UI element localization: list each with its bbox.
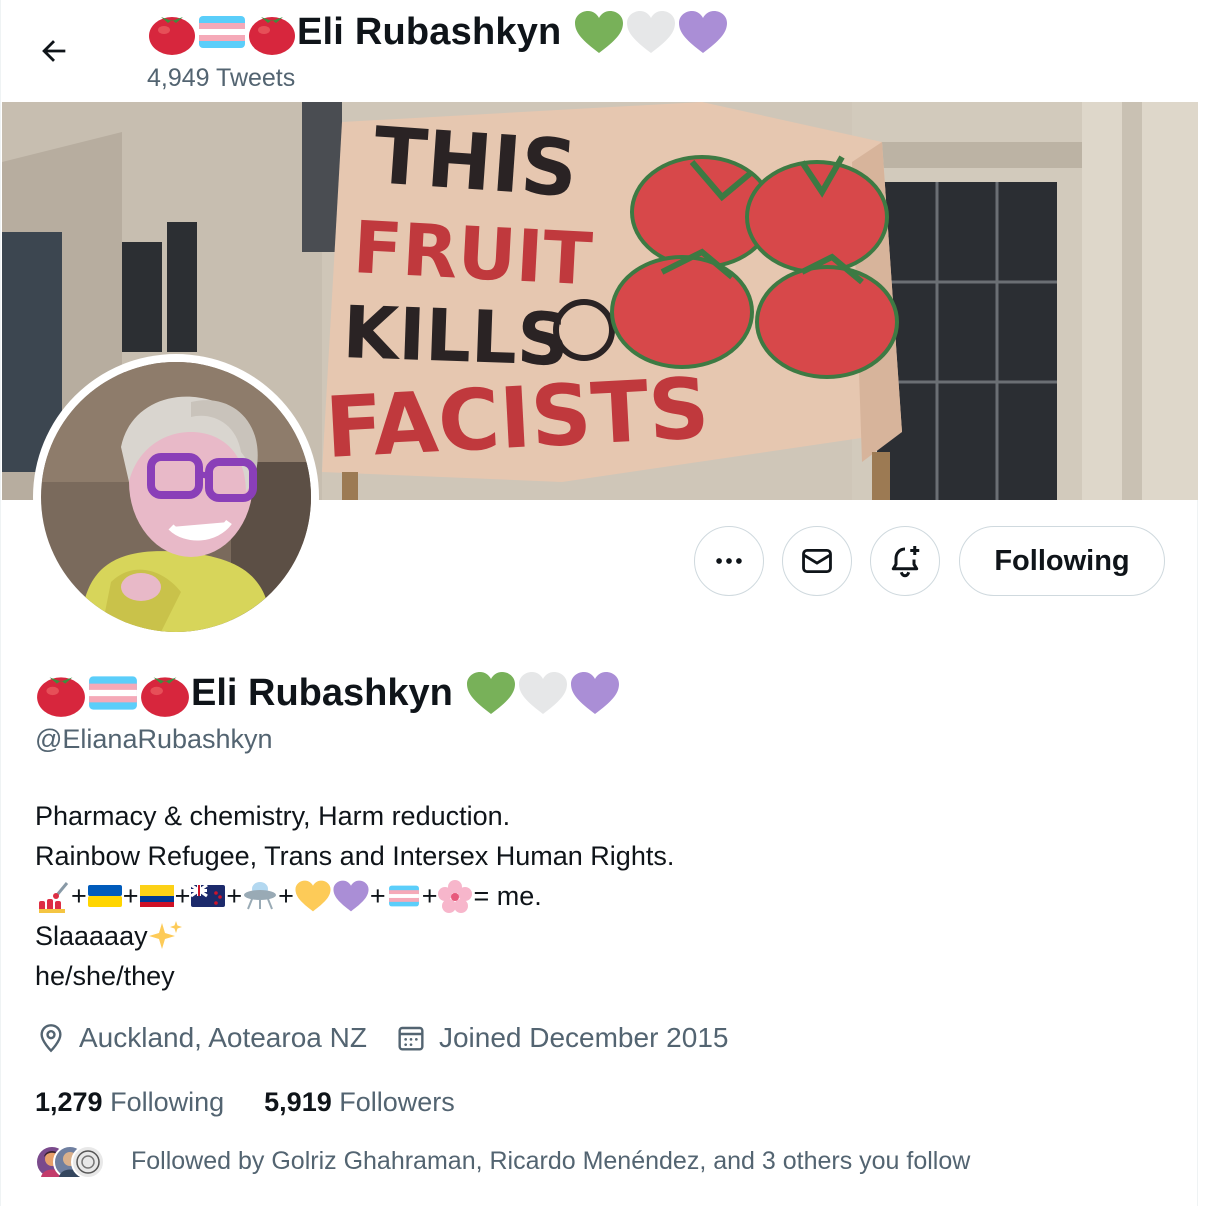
white-heart-icon (518, 672, 567, 714)
profile-handle: @ElianaRubashkyn (35, 724, 273, 754)
colombia-flag-icon (139, 885, 174, 907)
transgender-flag-icon (89, 676, 137, 710)
avatar (71, 1145, 105, 1179)
bio-line-1: Pharmacy & chemistry, Harm reduction. (35, 801, 511, 831)
tomato-icon (37, 677, 85, 717)
green-heart-icon (575, 11, 624, 53)
sign-text-line-1: THIS (371, 111, 580, 215)
bio-plus-7: + (421, 881, 438, 911)
followed-by-text[interactable]: Followed by Golriz Ghahraman, Ricardo Me… (131, 1147, 970, 1176)
profile-avatar[interactable] (33, 354, 319, 640)
bio-plus-4: + (226, 881, 243, 911)
top-bar: Eli Rubashkyn 4,949 Tweets (1, 0, 1199, 102)
transgender-flag-icon (199, 16, 245, 48)
yellow-heart-icon (295, 880, 331, 912)
bio-plus-1: + (71, 881, 87, 911)
sign-text-line-2: FRUIT (351, 205, 594, 301)
notifications-button[interactable] (870, 526, 940, 596)
cherry-blossom-icon (438, 880, 473, 913)
following-label: Following (110, 1086, 225, 1117)
profile-stats: 1,279 Following 5,919 Followers (35, 1082, 495, 1122)
calendar-icon (398, 1026, 424, 1051)
following-link[interactable]: 1,279 Following (35, 1087, 224, 1118)
bell-plus-icon (891, 546, 920, 578)
purple-heart-icon (333, 880, 369, 912)
avatar-image (41, 362, 311, 632)
back-button[interactable] (31, 28, 77, 74)
bio-line-2: Rainbow Refugee, Trans and Intersex Huma… (35, 841, 675, 871)
nail-polish-icon (39, 882, 69, 913)
location-pin-icon (40, 1024, 62, 1053)
bio-line-3: + + + + + + + = me. (35, 876, 674, 916)
tomato-icon (141, 677, 189, 717)
bio-plus-3: + (174, 881, 191, 911)
back-arrow-icon (42, 40, 66, 62)
bio-line-5: he/she/they (35, 961, 175, 991)
followed-by[interactable]: Followed by Golriz Ghahraman, Ricardo Me… (35, 1138, 970, 1184)
profile-meta: Auckland, Aotearoa NZ Joined December 20… (35, 1016, 756, 1060)
sign-text-line-4: FACISTS (323, 359, 712, 477)
bio-plus-6: + (369, 881, 386, 911)
location-text: Auckland, Aotearoa NZ (79, 1022, 367, 1053)
followers-label: Followers (339, 1086, 455, 1117)
join-date: Joined December 2015 (395, 1022, 729, 1054)
mail-icon (802, 548, 832, 574)
sparkles-icon (148, 921, 182, 949)
bio-plus-5: + (278, 881, 294, 911)
message-button[interactable] (782, 526, 852, 596)
bio-line-3-end: = me. (473, 881, 542, 911)
tomato-icon (249, 17, 295, 55)
header-name-text: Eli Rubashkyn (297, 10, 562, 53)
bio-line-4: Slaaaaay (35, 916, 674, 956)
bio-plus-2: + (122, 881, 139, 911)
purple-heart-icon (679, 11, 728, 53)
purple-heart-icon (570, 672, 619, 714)
profile-display-name: Eli Rubashkyn (35, 668, 621, 718)
new-zealand-flag-icon (190, 883, 226, 907)
location: Auckland, Aotearoa NZ (35, 1022, 367, 1054)
following-button[interactable]: Following (959, 526, 1165, 596)
transgender-flag-icon (388, 885, 419, 907)
ukraine-flag-icon (87, 885, 122, 907)
header-display-name: Eli Rubashkyn (147, 8, 729, 56)
followers-link[interactable]: 5,919 Followers (264, 1087, 455, 1118)
tomato-icon (149, 17, 195, 55)
more-button[interactable] (694, 526, 764, 596)
tweet-count: 4,949 Tweets (147, 64, 296, 92)
following-count: 1,279 (35, 1086, 103, 1117)
profile-bio: Pharmacy & chemistry, Harm reduction. Ra… (35, 796, 674, 996)
profile-name-text: Eli Rubashkyn (191, 671, 453, 714)
profile-column: Eli Rubashkyn 4,949 Tweets THIS FRUIT KI… (0, 0, 1199, 1206)
green-heart-icon (466, 672, 515, 714)
bio-slay-text: Slaaaaay (35, 921, 148, 951)
more-icon (716, 558, 742, 564)
join-date-text: Joined December 2015 (438, 1022, 729, 1053)
followers-count: 5,919 (264, 1086, 332, 1117)
ufo-icon (244, 882, 277, 910)
white-heart-icon (627, 11, 676, 53)
followers-you-know-avatars (35, 1141, 115, 1181)
